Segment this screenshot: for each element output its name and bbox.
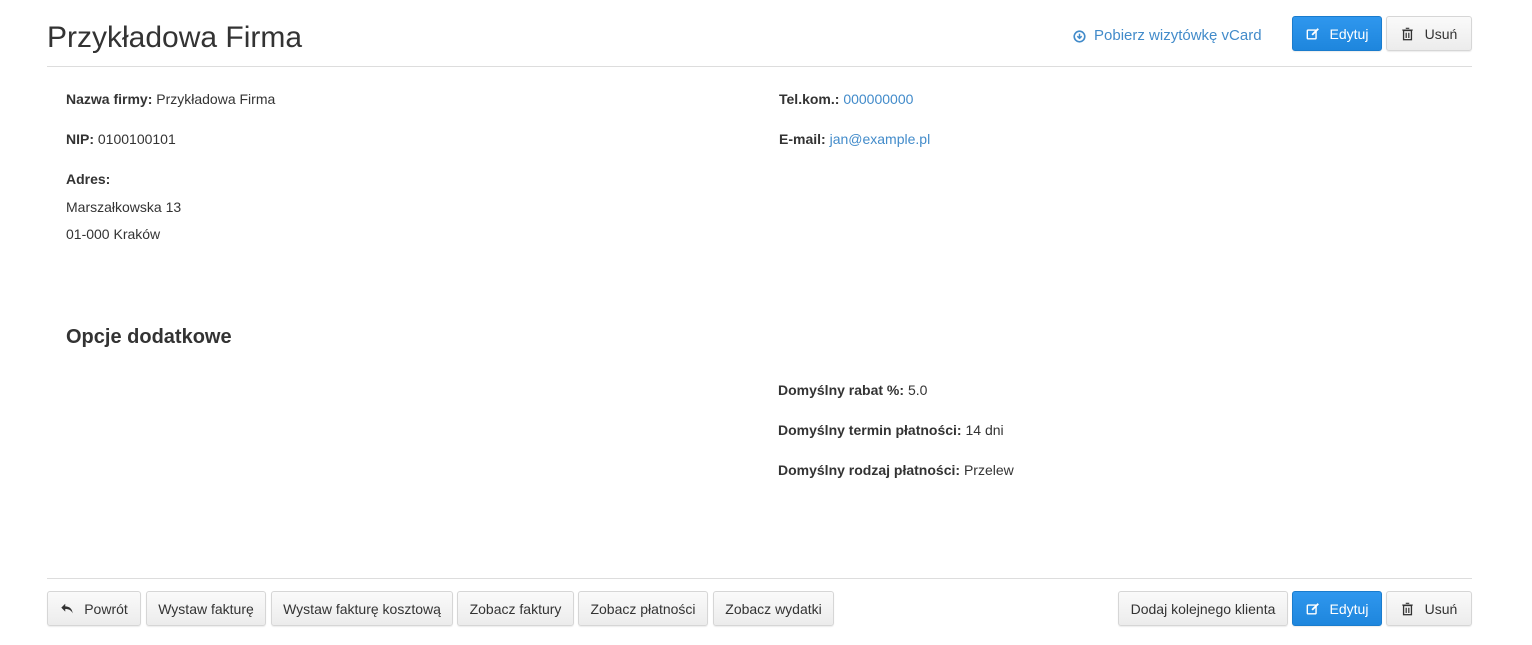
issue-invoice-label: Wystaw fakturę: [158, 600, 254, 617]
delete-button-label: Usuń: [1424, 25, 1458, 42]
edit-button-label: Edytuj: [1329, 25, 1369, 42]
default-term-value: 14 dni: [965, 422, 1004, 438]
issue-cost-invoice-button[interactable]: Wystaw fakturę kosztową: [271, 591, 453, 626]
address-line-1: Marszałkowska 13: [66, 199, 182, 215]
default-payment-type-label: Domyślny rodzaj płatności:: [778, 462, 961, 478]
default-term-row: Domyślny termin płatności: 14 dni: [778, 421, 1004, 439]
issue-invoice-button[interactable]: Wystaw fakturę: [146, 591, 266, 626]
default-payment-type-row: Domyślny rodzaj płatności: Przelew: [778, 461, 1014, 479]
reply-arrow-icon: [60, 602, 74, 616]
phone-link[interactable]: 000000000: [843, 91, 913, 107]
delete-button-top[interactable]: Usuń: [1386, 16, 1472, 51]
company-name-row: Nazwa firmy: Przykładowa Firma: [66, 90, 275, 108]
view-expenses-button[interactable]: Zobacz wydatki: [713, 591, 834, 626]
company-name-label: Nazwa firmy:: [66, 91, 153, 107]
issue-cost-invoice-label: Wystaw fakturę kosztową: [283, 600, 441, 617]
additional-options-title: Opcje dodatkowe: [66, 326, 232, 348]
add-client-label: Dodaj kolejnego klienta: [1130, 600, 1276, 617]
default-term-label: Domyślny termin płatności:: [778, 422, 962, 438]
edit-icon: [1306, 602, 1320, 616]
trash-icon: [1401, 602, 1415, 616]
default-discount-label: Domyślny rabat %:: [778, 382, 905, 398]
address-label: Adres:: [66, 171, 111, 187]
trash-icon: [1401, 27, 1415, 41]
back-button-label: Powrót: [84, 600, 128, 617]
view-expenses-label: Zobacz wydatki: [725, 600, 822, 617]
edit-icon: [1306, 27, 1320, 41]
nip-label: NIP:: [66, 131, 94, 147]
email-label: E-mail:: [779, 131, 826, 147]
delete-button-bottom[interactable]: Usuń: [1386, 591, 1472, 626]
download-vcard-link[interactable]: Pobierz wizytówkę vCard: [1073, 27, 1262, 45]
footer-divider: [47, 578, 1472, 579]
default-payment-type-value: Przelew: [963, 462, 1014, 478]
phone-label: Tel.kom.:: [779, 91, 840, 107]
page-header: Przykładowa Firma Pobierz wizytówkę vCar…: [47, 0, 1472, 67]
page-title: Przykładowa Firma: [47, 21, 303, 54]
default-discount-row: Domyślny rabat %: 5.0: [778, 381, 927, 399]
back-button[interactable]: Powrót: [47, 591, 141, 626]
download-circle-icon: [1073, 29, 1086, 43]
nip-value: 0100100101: [97, 131, 176, 147]
company-name-value: Przykładowa Firma: [156, 91, 276, 107]
address-line-2: 01-000 Kraków: [66, 226, 161, 242]
edit-button-label: Edytuj: [1329, 600, 1369, 617]
edit-button-bottom[interactable]: Edytuj: [1292, 591, 1382, 626]
view-invoices-label: Zobacz faktury: [469, 600, 562, 617]
phone-row: Tel.kom.: 000000000: [779, 90, 913, 108]
view-payments-button[interactable]: Zobacz płatności: [578, 591, 708, 626]
default-discount-value: 5.0: [907, 382, 928, 398]
nip-row: NIP: 0100100101: [66, 130, 176, 148]
add-client-button[interactable]: Dodaj kolejnego klienta: [1118, 591, 1288, 626]
view-invoices-button[interactable]: Zobacz faktury: [457, 591, 574, 626]
view-payments-label: Zobacz płatności: [590, 600, 696, 617]
edit-button-top[interactable]: Edytuj: [1292, 16, 1382, 51]
delete-button-label: Usuń: [1424, 600, 1458, 617]
email-link[interactable]: jan@example.pl: [830, 131, 931, 147]
download-vcard-label: Pobierz wizytówkę vCard: [1094, 27, 1262, 44]
email-row: E-mail: jan@example.pl: [779, 130, 930, 148]
